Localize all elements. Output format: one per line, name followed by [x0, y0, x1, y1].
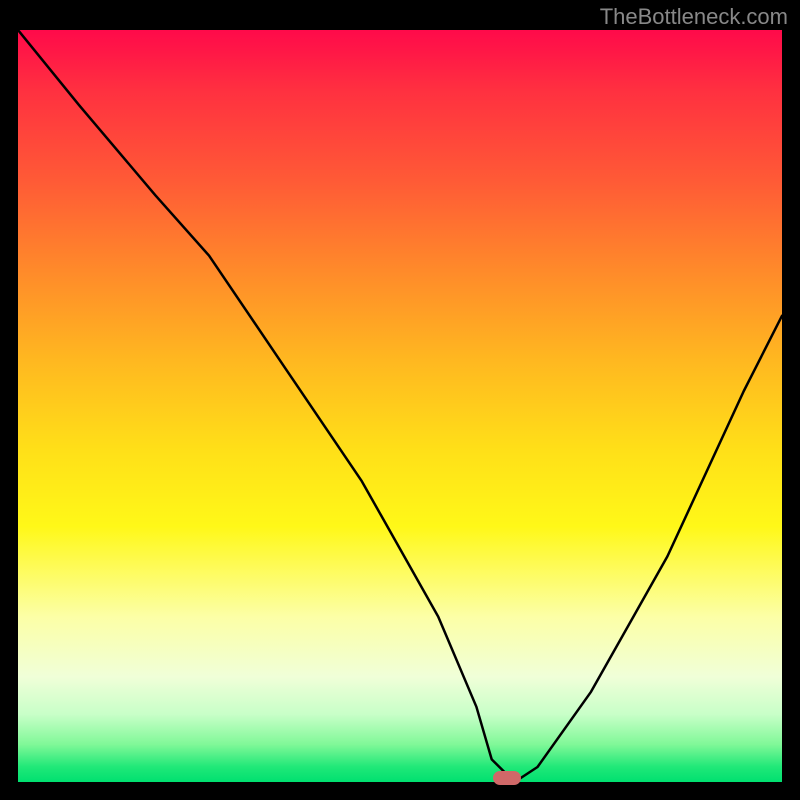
bottleneck-curve	[18, 30, 782, 782]
watermark-text: TheBottleneck.com	[600, 4, 788, 30]
optimum-marker	[493, 771, 521, 785]
chart-plot-area	[18, 30, 782, 782]
